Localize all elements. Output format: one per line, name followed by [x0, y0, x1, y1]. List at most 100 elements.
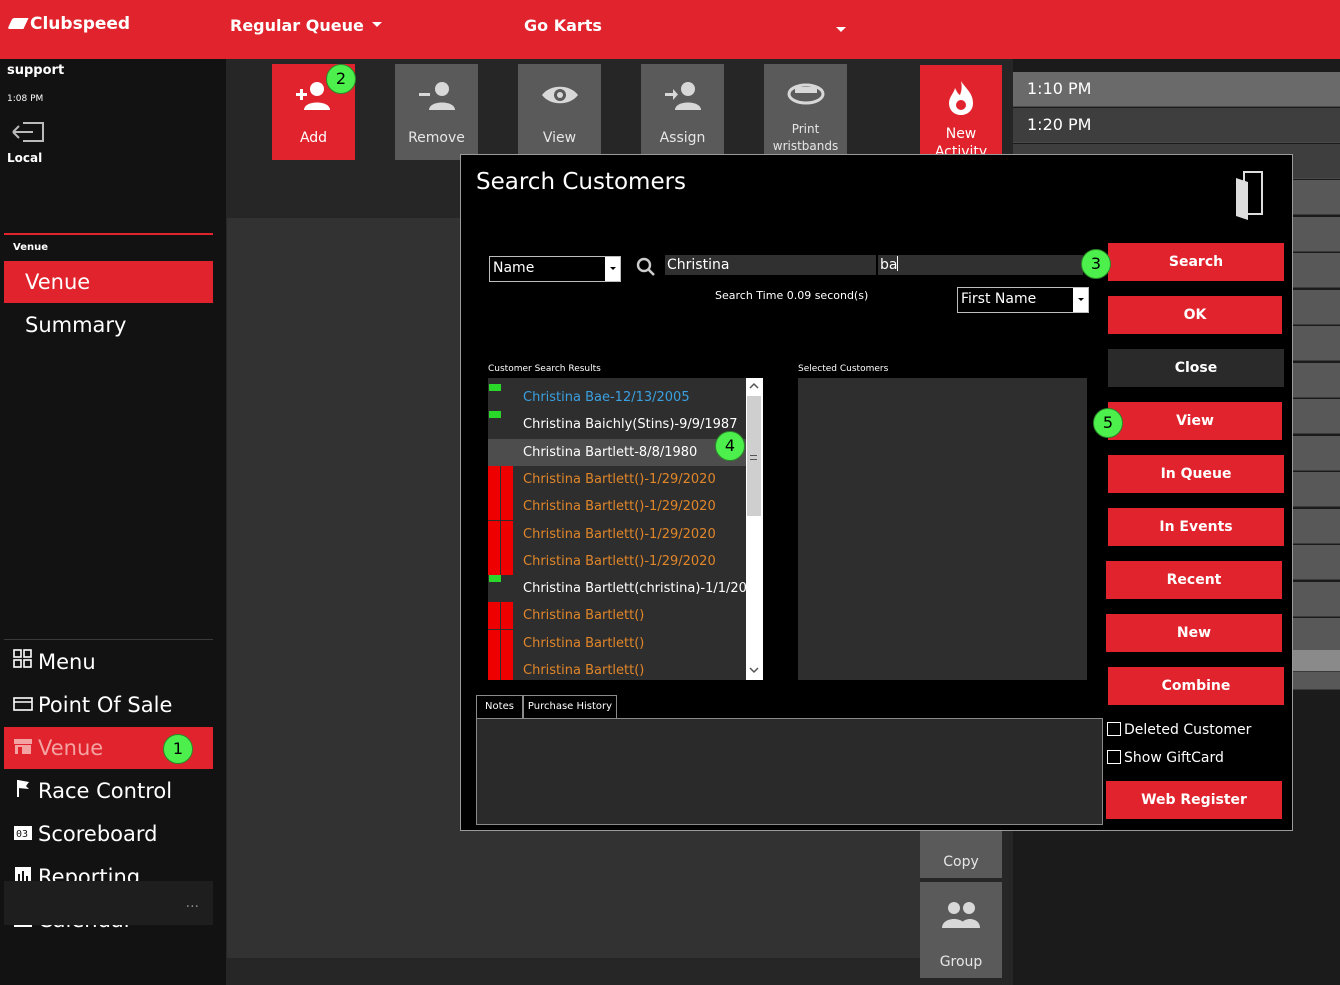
subnav-summary[interactable]: Summary: [4, 304, 213, 346]
time-slot-cell[interactable]: [1293, 545, 1340, 580]
time-slot-1[interactable]: 1:10 PM: [1013, 72, 1340, 107]
track-select[interactable]: Go Karts: [524, 16, 602, 35]
list-item[interactable]: Christina Bartlett()-1/29/2020: [488, 493, 746, 521]
list-item[interactable]: Christina Bartlett(): [488, 602, 746, 630]
view-button[interactable]: View: [1108, 402, 1282, 440]
close-button[interactable]: Close: [1108, 349, 1284, 387]
status-marker: [488, 547, 501, 575]
time-slot-cell[interactable]: [1293, 650, 1340, 672]
group-label: Group: [939, 954, 983, 970]
scoreboard-icon: 03: [12, 815, 34, 857]
store-icon: [12, 729, 34, 771]
last-name-input[interactable]: ba: [878, 255, 1083, 275]
status-marker: [501, 602, 514, 630]
new-activity-button[interactable]: New Activity: [920, 65, 1002, 160]
list-item[interactable]: Christina Bartlett(): [488, 629, 746, 657]
group-button[interactable]: Group: [920, 882, 1002, 978]
more-options-button[interactable]: ...: [4, 881, 213, 925]
exit-door-icon[interactable]: [1234, 170, 1264, 222]
status-marker: [489, 384, 501, 391]
assign-button[interactable]: Assign: [641, 64, 724, 160]
results-scrollbar[interactable]: [746, 378, 763, 680]
print-wristbands-button[interactable]: Print wristbands: [764, 64, 847, 160]
list-item[interactable]: Christina Baichly(Stins)-9/9/1987: [488, 411, 746, 438]
time-slot-cell[interactable]: [1293, 508, 1340, 544]
new-button[interactable]: New: [1106, 614, 1282, 652]
time-slot-cell[interactable]: [1293, 581, 1340, 617]
nav-menu[interactable]: Menu: [4, 641, 213, 683]
in-queue-button[interactable]: In Queue: [1108, 455, 1284, 493]
time-slot-cell[interactable]: [1293, 362, 1340, 398]
step-badge-4: 4: [715, 431, 745, 461]
time-slot-cell[interactable]: [1293, 435, 1340, 471]
view-toolbar-button[interactable]: View: [518, 64, 601, 160]
search-button[interactable]: Search: [1108, 243, 1284, 281]
view-toolbar-label: View: [542, 130, 577, 146]
results-label: Customer Search Results: [488, 364, 601, 374]
top-bar: Clubspeed Regular Queue Go Karts: [0, 0, 1340, 59]
logout-icon[interactable]: [11, 121, 45, 143]
track-chevron-down-icon[interactable]: [836, 27, 846, 32]
time-slot-2[interactable]: 1:20 PM: [1013, 108, 1340, 143]
scroll-up-icon[interactable]: [748, 380, 760, 392]
first-name-input[interactable]: Christina: [665, 255, 876, 275]
checkbox-box[interactable]: [1107, 722, 1121, 736]
add-label: Add: [299, 130, 328, 146]
notes-panel[interactable]: [476, 718, 1103, 825]
list-item[interactable]: Christina Bae-12/13/2005: [488, 384, 746, 411]
scroll-down-icon[interactable]: [748, 664, 760, 676]
time-slot-cell[interactable]: [1293, 253, 1340, 288]
time-slot-cell[interactable]: [1293, 399, 1340, 434]
checkbox-box[interactable]: [1107, 750, 1121, 764]
time-slot-cell[interactable]: [1293, 618, 1340, 653]
list-item[interactable]: Christina Bartlett()-1/29/2020: [488, 465, 746, 493]
list-item[interactable]: Christina Bartlett(christina)-1/1/200: [488, 575, 746, 602]
tab-notes[interactable]: Notes: [476, 695, 523, 719]
status-marker: [488, 602, 501, 630]
selected-customers-list[interactable]: [798, 378, 1087, 680]
step-badge-5: 5: [1093, 408, 1123, 438]
nav-race-control-label: Race Control: [38, 779, 173, 803]
nav-menu-label: Menu: [38, 650, 96, 674]
subnav-venue[interactable]: Venue: [4, 261, 213, 303]
tab-purchase-history[interactable]: Purchase History: [523, 695, 617, 719]
time-slot-cell[interactable]: [1293, 180, 1340, 215]
queue-select[interactable]: Regular Queue: [230, 16, 364, 35]
list-item[interactable]: Christina Bartlett(): [488, 657, 746, 680]
status-marker: [501, 465, 514, 493]
time-slot-cell[interactable]: [1293, 289, 1340, 325]
queue-chevron-down-icon[interactable]: [372, 22, 382, 27]
nav-point-of-sale[interactable]: Point Of Sale: [4, 684, 213, 726]
remove-button[interactable]: Remove: [395, 64, 478, 160]
show-giftcard-checkbox[interactable]: Show GiftCard: [1107, 750, 1224, 766]
customer-name: Christina Baichly(Stins)-9/9/1987: [523, 417, 738, 433]
list-item[interactable]: Christina Bartlett()-1/29/2020: [488, 520, 746, 548]
recent-button[interactable]: Recent: [1106, 561, 1282, 599]
time-slot-cell[interactable]: [1293, 472, 1340, 507]
fire-icon: [949, 81, 973, 115]
combine-button[interactable]: Combine: [1108, 667, 1284, 705]
ok-button[interactable]: OK: [1108, 296, 1282, 334]
nav-pos-label: Point Of Sale: [38, 693, 173, 717]
web-register-button[interactable]: Web Register: [1106, 781, 1282, 819]
current-time: 1:08 PM: [7, 94, 44, 104]
time-slot-cell[interactable]: [1293, 216, 1340, 252]
chevron-down-icon: [1073, 288, 1088, 312]
nav-scoreboard[interactable]: 03 Scoreboard: [4, 813, 213, 855]
sort-by-select[interactable]: First Name: [957, 287, 1089, 313]
customer-results-list[interactable]: Christina Bae-12/13/2005 Christina Baichl…: [488, 378, 746, 680]
list-item[interactable]: Christina Bartlett-8/8/1980: [488, 438, 746, 466]
search-by-select[interactable]: Name: [489, 256, 621, 282]
status-marker: [501, 520, 514, 548]
copy-button[interactable]: Copy: [920, 830, 1002, 878]
customer-name: Christina Bae-12/13/2005: [523, 390, 690, 405]
nav-race-control[interactable]: Race Control: [4, 770, 213, 812]
time-slot-cell[interactable]: [1293, 326, 1340, 361]
status-marker: [501, 547, 514, 575]
in-events-button[interactable]: In Events: [1108, 508, 1284, 546]
status-marker: [488, 493, 501, 521]
deleted-customer-checkbox[interactable]: Deleted Customer: [1107, 722, 1251, 738]
list-item[interactable]: Christina Bartlett()-1/29/2020: [488, 547, 746, 575]
status-marker: [501, 629, 514, 657]
group-icon: [942, 902, 980, 928]
